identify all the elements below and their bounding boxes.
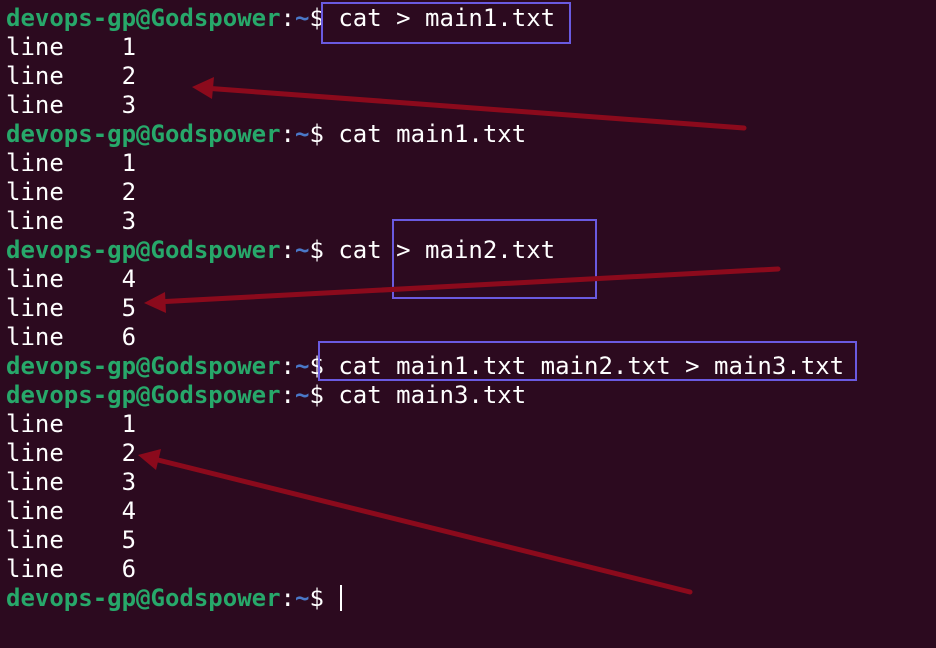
output-text: line 6 <box>6 323 137 351</box>
prompt-dollar: $ <box>309 4 324 32</box>
command-text: cat > main1.txt <box>338 4 556 32</box>
prompt-dollar: $ <box>309 381 324 409</box>
prompt-colon: : <box>280 584 295 612</box>
output-line: line 1 <box>6 410 844 439</box>
command-text: cat main1.txt main2.txt > main3.txt <box>338 352 845 380</box>
output-text: line 4 <box>6 265 137 293</box>
output-text: line 3 <box>6 91 137 119</box>
prompt-dollar: $ <box>309 236 324 264</box>
output-text: line 2 <box>6 62 137 90</box>
prompt-path: ~ <box>295 236 310 264</box>
prompt-colon: : <box>280 381 295 409</box>
command-text: cat main1.txt <box>338 120 527 148</box>
prompt-dollar: $ <box>309 352 324 380</box>
prompt-line: devops-gp@Godspower:~$ <box>6 584 844 613</box>
prompt-dollar: $ <box>309 584 324 612</box>
output-line: line 5 <box>6 294 844 323</box>
output-line: line 6 <box>6 555 844 584</box>
output-line: line 2 <box>6 439 844 468</box>
output-text: line 5 <box>6 526 137 554</box>
output-text: line 6 <box>6 555 137 583</box>
prompt-line: devops-gp@Godspower:~$ cat main1.txt <box>6 120 844 149</box>
output-text: line 3 <box>6 468 137 496</box>
prompt-user: devops-gp@Godspower <box>6 381 281 409</box>
command-text: cat > main2.txt <box>338 236 556 264</box>
prompt-path: ~ <box>295 352 310 380</box>
output-line: line 1 <box>6 149 844 178</box>
prompt-path: ~ <box>295 120 310 148</box>
prompt-path: ~ <box>295 4 310 32</box>
output-text: line 5 <box>6 294 137 322</box>
prompt-user: devops-gp@Godspower <box>6 236 281 264</box>
prompt-colon: : <box>280 4 295 32</box>
output-line: line 3 <box>6 468 844 497</box>
output-text: line 3 <box>6 207 137 235</box>
output-line: line 2 <box>6 178 844 207</box>
prompt-path: ~ <box>295 381 310 409</box>
prompt-line: devops-gp@Godspower:~$ cat > main2.txt <box>6 236 844 265</box>
terminal-window[interactable]: devops-gp@Godspower:~$ cat > main1.txt li… <box>0 0 936 648</box>
prompt-user: devops-gp@Godspower <box>6 352 281 380</box>
output-line: line 1 <box>6 33 844 62</box>
text-cursor[interactable] <box>340 585 343 611</box>
command-text: cat main3.txt <box>338 381 527 409</box>
prompt-line: devops-gp@Godspower:~$ cat main1.txt mai… <box>6 352 844 381</box>
output-text: line 1 <box>6 33 137 61</box>
output-line: line 3 <box>6 91 844 120</box>
prompt-colon: : <box>280 120 295 148</box>
output-text: line 2 <box>6 439 137 467</box>
prompt-user: devops-gp@Godspower <box>6 120 281 148</box>
output-line: line 4 <box>6 265 844 294</box>
output-line: line 2 <box>6 62 844 91</box>
prompt-colon: : <box>280 352 295 380</box>
prompt-user: devops-gp@Godspower <box>6 584 281 612</box>
prompt-path: ~ <box>295 584 310 612</box>
output-text: line 1 <box>6 410 137 438</box>
output-line: line 4 <box>6 497 844 526</box>
prompt-colon: : <box>280 236 295 264</box>
output-text: line 2 <box>6 178 137 206</box>
output-line: line 3 <box>6 207 844 236</box>
output-text: line 1 <box>6 149 137 177</box>
prompt-dollar: $ <box>309 120 324 148</box>
prompt-line: devops-gp@Godspower:~$ cat main3.txt <box>6 381 844 410</box>
prompt-user: devops-gp@Godspower <box>6 4 281 32</box>
prompt-line: devops-gp@Godspower:~$ cat > main1.txt <box>6 4 844 33</box>
output-line: line 5 <box>6 526 844 555</box>
terminal-output: devops-gp@Godspower:~$ cat > main1.txt li… <box>6 4 844 613</box>
output-line: line 6 <box>6 323 844 352</box>
output-text: line 4 <box>6 497 137 525</box>
